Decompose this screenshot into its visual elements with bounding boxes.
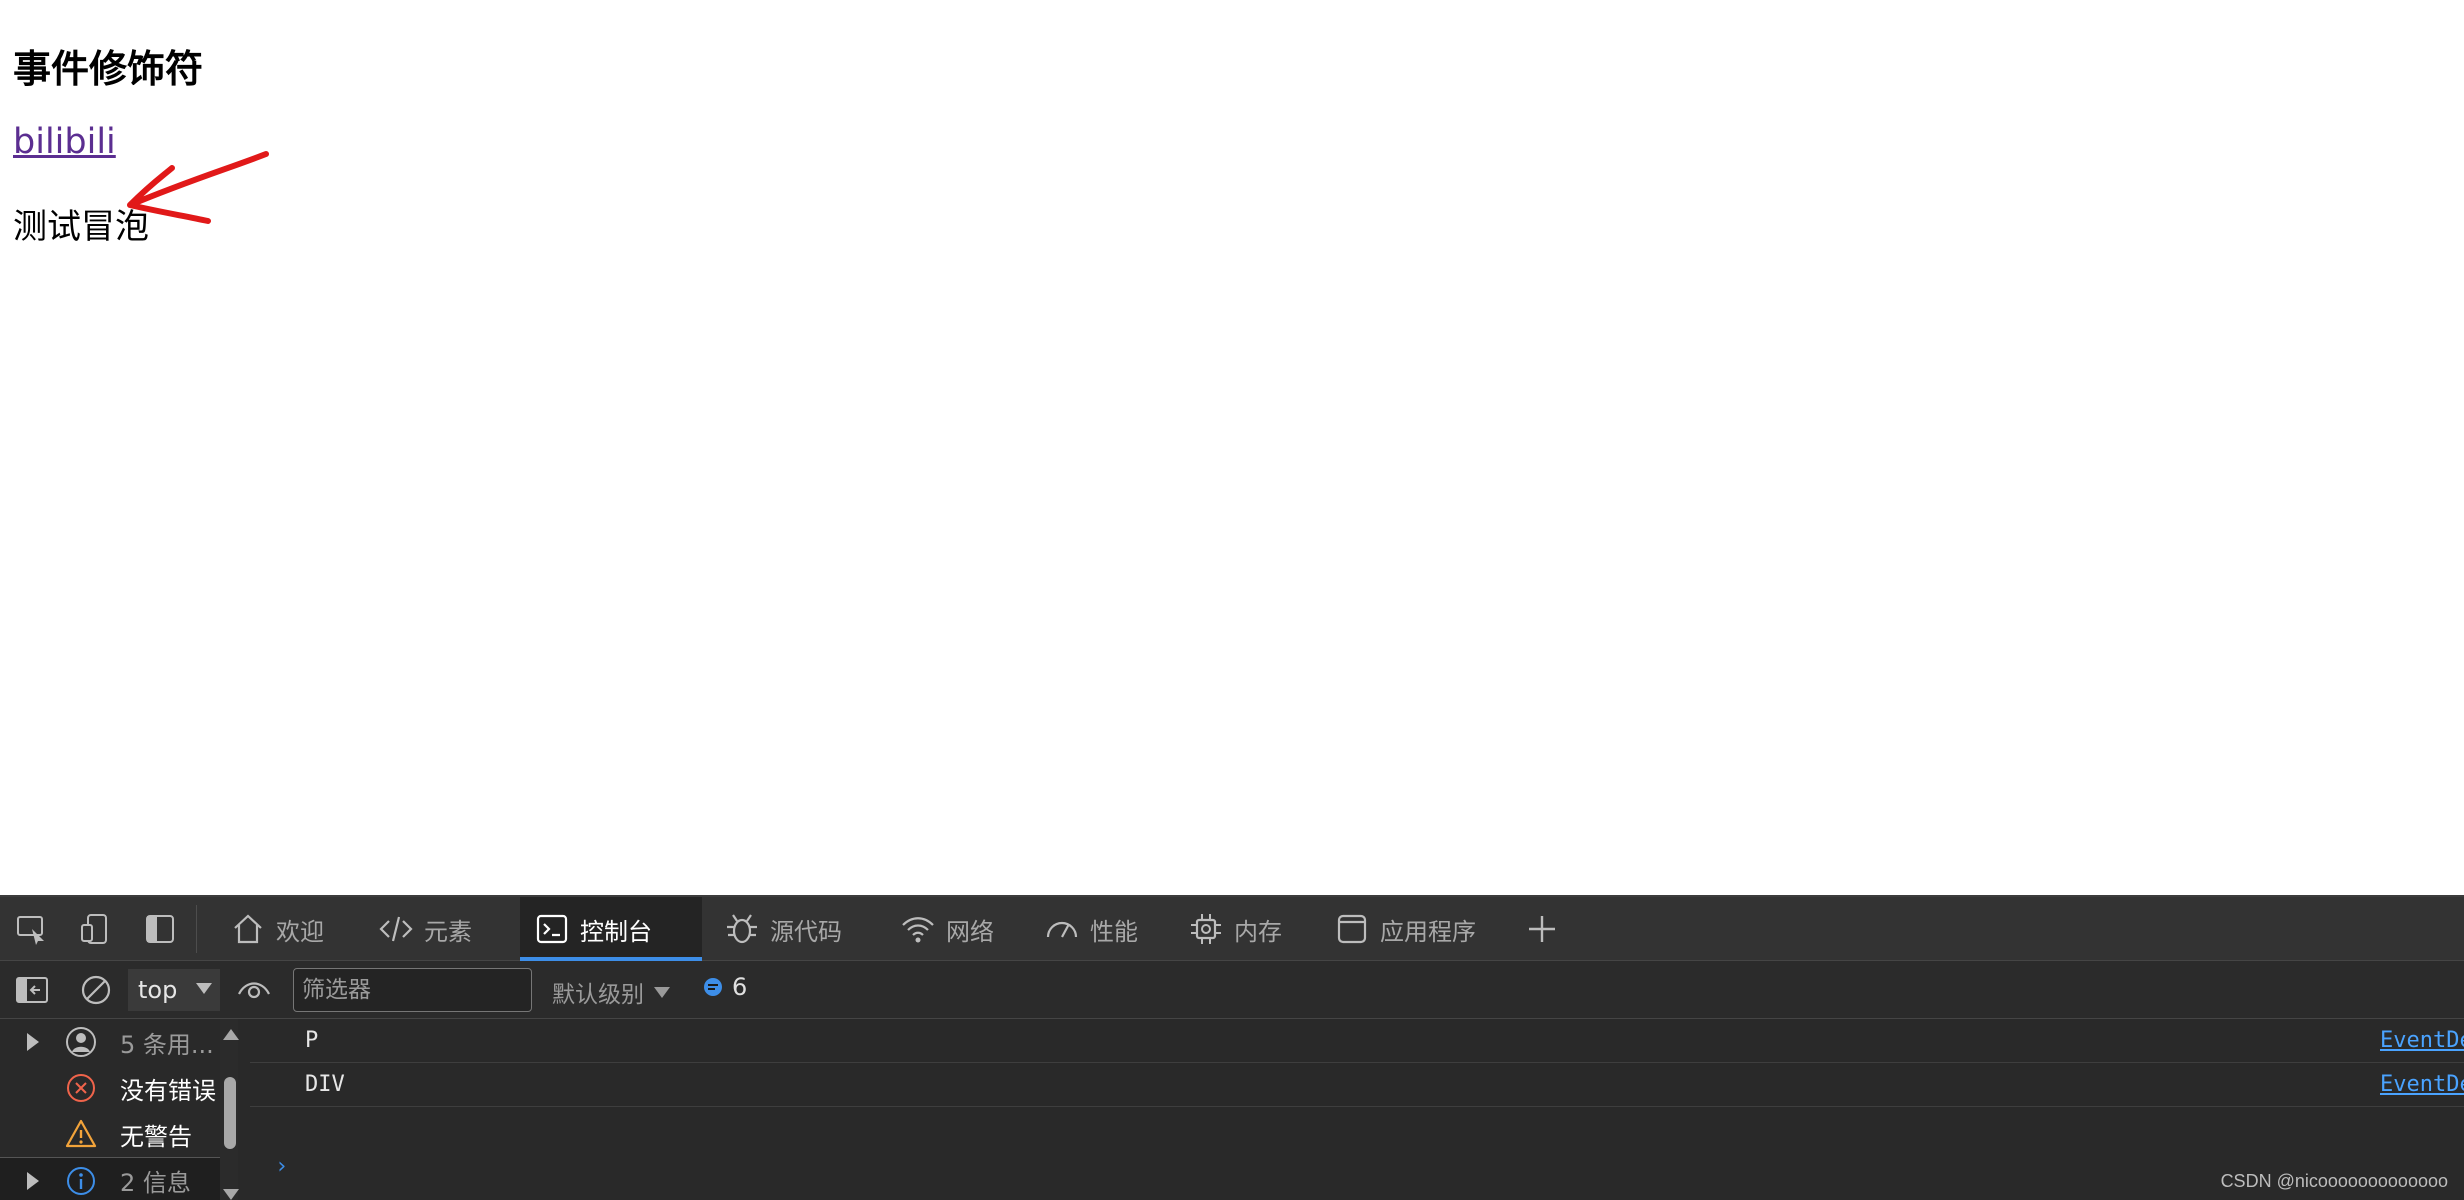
- sidebar-item-label: 无警告: [120, 1122, 192, 1151]
- bubble-test-paragraph[interactable]: 测试冒泡: [13, 199, 149, 248]
- devtools-panel: 欢迎 元素 控制台 源代码 网络 性能 内存 应用程序 top 筛选器 默认级别…: [0, 895, 2464, 1200]
- log-levels-label: 默认级别: [552, 982, 644, 1008]
- tab-label: 网络: [946, 917, 994, 946]
- tab-console[interactable]: 控制台: [520, 897, 702, 961]
- warning-icon: [65, 1119, 97, 1148]
- code-icon: [379, 916, 413, 942]
- log-message: P: [305, 1028, 319, 1053]
- tabbar-divider: [196, 905, 197, 953]
- sidebar-item-info[interactable]: 2 信息: [0, 1157, 222, 1200]
- eye-icon[interactable]: [236, 972, 272, 1008]
- tab-label: 控制台: [580, 917, 652, 946]
- bug-icon: [727, 914, 757, 944]
- sidebar-item-label: 5 条用...: [120, 1030, 214, 1059]
- scroll-up-arrow-icon[interactable]: [223, 1029, 239, 1040]
- dock-side-icon[interactable]: [142, 911, 178, 947]
- device-emulation-icon[interactable]: [78, 911, 114, 947]
- wifi-icon: [902, 917, 934, 943]
- page-content: 事件修饰符 bilibili 测试冒泡: [0, 0, 2464, 895]
- scrollbar-thumb[interactable]: [224, 1077, 236, 1149]
- tab-memory[interactable]: 内存: [1174, 897, 1296, 961]
- log-row: DIV EventDe: [250, 1063, 2464, 1107]
- log-row: P EventDe: [250, 1019, 2464, 1063]
- tab-label: 欢迎: [276, 917, 324, 946]
- page-heading: 事件修饰符: [13, 47, 204, 91]
- expand-triangle-icon[interactable]: [27, 1033, 39, 1051]
- tab-application[interactable]: 应用程序: [1320, 897, 1490, 961]
- console-sidebar: 5 条用... 没有错误 无警告 2 信息: [0, 1019, 222, 1200]
- console-log-area: P EventDe DIV EventDe ›: [250, 1019, 2464, 1200]
- tab-label: 性能: [1090, 917, 1138, 946]
- bilibili-link[interactable]: bilibili: [13, 122, 116, 162]
- tab-label: 源代码: [770, 917, 842, 946]
- sidebar-scrollbar[interactable]: [220, 1019, 239, 1200]
- sidebar-item-label: 没有错误: [120, 1076, 216, 1105]
- console-toolbar: top 默认级别 6: [0, 961, 2464, 1019]
- tab-performance[interactable]: 性能: [1030, 897, 1152, 961]
- context-selector-value: top: [138, 976, 178, 1004]
- window-icon: [1337, 914, 1367, 944]
- clear-console-icon[interactable]: [78, 972, 114, 1008]
- inspect-element-icon[interactable]: [14, 911, 50, 947]
- message-count-badge[interactable]: 6: [702, 973, 747, 1001]
- sidebar-toggle-icon[interactable]: [14, 972, 50, 1008]
- log-source-link[interactable]: EventDe: [2380, 1028, 2464, 1053]
- info-icon: [67, 1166, 95, 1195]
- gauge-icon: [1046, 921, 1078, 938]
- tab-elements[interactable]: 元素: [364, 897, 486, 961]
- csdn-watermark: CSDN @nicooooooooooooo: [2220, 1171, 2448, 1191]
- tab-welcome[interactable]: 欢迎: [216, 897, 338, 961]
- devtools-tabbar: 欢迎 元素 控制台 源代码 网络 性能 内存 应用程序: [0, 897, 2464, 961]
- tab-sources[interactable]: 源代码: [710, 897, 856, 961]
- chip-icon: [1191, 914, 1221, 944]
- message-count: 6: [732, 973, 748, 1001]
- add-tab-icon[interactable]: [1524, 911, 1560, 947]
- scroll-down-arrow-icon[interactable]: [223, 1189, 239, 1200]
- home-icon: [234, 914, 262, 944]
- tab-network[interactable]: 网络: [886, 897, 1008, 961]
- tab-label: 内存: [1234, 917, 1282, 946]
- log-levels-dropdown[interactable]: 默认级别: [552, 975, 670, 1009]
- sidebar-item-warnings[interactable]: 无警告: [0, 1111, 222, 1157]
- message-icon: [704, 978, 722, 996]
- user-icon: [66, 1027, 96, 1057]
- sidebar-item-label: 2 信息: [120, 1169, 191, 1197]
- error-icon: [67, 1074, 95, 1102]
- tab-label: 应用程序: [1380, 917, 1476, 946]
- log-message: DIV: [305, 1072, 345, 1097]
- expand-triangle-icon[interactable]: [27, 1171, 39, 1190]
- filter-input[interactable]: [293, 968, 532, 1012]
- chevron-down-icon: [196, 983, 212, 994]
- tab-label: 元素: [424, 917, 472, 946]
- chevron-down-icon: [654, 986, 670, 998]
- console-icon: [536, 914, 568, 944]
- sidebar-item-errors[interactable]: 没有错误: [0, 1065, 222, 1111]
- log-source-link[interactable]: EventDe: [2380, 1072, 2464, 1097]
- console-prompt[interactable]: ›: [275, 1154, 288, 1179]
- context-selector[interactable]: top: [128, 969, 220, 1011]
- sidebar-item-user-messages[interactable]: 5 条用...: [0, 1019, 222, 1065]
